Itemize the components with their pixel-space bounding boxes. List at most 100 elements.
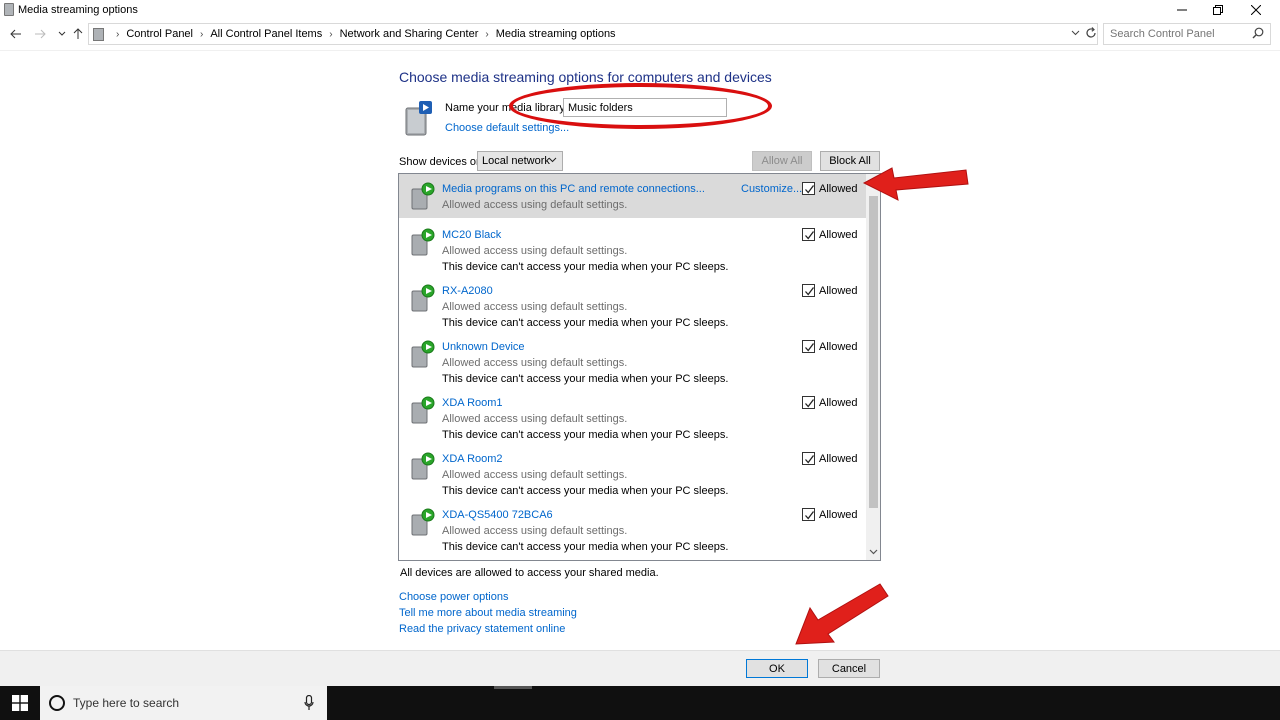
scroll-down-icon[interactable] (869, 547, 878, 557)
customize-link[interactable]: Customize... (741, 183, 802, 195)
device-status-text: Allowed access using default settings. (442, 357, 628, 369)
device-row[interactable]: RX-A2080 Allowed access using default se… (399, 276, 866, 332)
device-status-text: Allowed access using default settings. (442, 199, 628, 211)
device-row[interactable]: Media programs on this PC and remote con… (399, 174, 866, 218)
scrollbar-thumb[interactable] (869, 196, 878, 508)
allowed-label: Allowed (819, 229, 858, 241)
allowed-label: Allowed (819, 285, 858, 297)
restore-button[interactable] (1200, 0, 1236, 20)
breadcrumb-control-panel[interactable]: Control Panel (126, 28, 193, 40)
refresh-icon[interactable] (1085, 27, 1097, 42)
device-name[interactable]: XDA Room2 (442, 453, 503, 465)
device-sleep-note: This device can't access your media when… (442, 317, 729, 329)
media-device-icon (411, 340, 435, 368)
up-button[interactable] (70, 26, 86, 42)
media-streaming-window: Media streaming options › Control Panel … (0, 0, 1280, 686)
media-library-icon (405, 101, 432, 136)
search-box[interactable] (1103, 23, 1271, 45)
device-sleep-note: This device can't access your media when… (442, 541, 729, 553)
page-title: Choose media streaming options for compu… (399, 69, 772, 85)
search-icon[interactable] (1252, 27, 1264, 42)
device-status-text: Allowed access using default settings. (442, 469, 628, 481)
address-row: › Control Panel › All Control Panel Item… (0, 22, 1280, 46)
title-bar: Media streaming options (0, 0, 1280, 20)
breadcrumb-media-streaming[interactable]: Media streaming options (496, 28, 616, 40)
close-button[interactable] (1238, 0, 1274, 20)
checkmark-icon (805, 343, 815, 352)
control-panel-icon (93, 28, 104, 41)
checkmark-icon (805, 455, 815, 464)
allowed-checkbox[interactable] (802, 508, 815, 521)
taskbar-app-indicator (494, 686, 532, 689)
minimize-button[interactable] (1164, 0, 1200, 20)
show-devices-label: Show devices on: (399, 156, 486, 168)
restore-icon (1213, 5, 1223, 15)
allowed-checkbox[interactable] (802, 284, 815, 297)
breadcrumb: › Control Panel › All Control Panel Item… (109, 28, 616, 40)
device-sleep-note: This device can't access your media when… (442, 485, 729, 497)
breadcrumb-chevron-icon[interactable]: › (329, 29, 332, 40)
device-name[interactable]: Media programs on this PC and remote con… (442, 183, 705, 195)
device-row[interactable]: XDA Room2 Allowed access using default s… (399, 444, 866, 500)
device-name[interactable]: XDA-QS5400 72BCA6 (442, 509, 553, 521)
device-status-text: Allowed access using default settings. (442, 413, 628, 425)
device-status-text: Allowed access using default settings. (442, 245, 628, 257)
allowed-label: Allowed (819, 341, 858, 353)
control-panel-icon (4, 3, 14, 16)
media-device-icon (411, 508, 435, 536)
device-name[interactable]: XDA Room1 (442, 397, 503, 409)
show-devices-select[interactable]: Local network (477, 151, 563, 171)
forward-button[interactable] (32, 26, 48, 42)
microphone-icon[interactable] (304, 695, 314, 711)
allow-all-button[interactable]: Allow All (752, 151, 812, 171)
device-row[interactable]: XDA-QS5400 72BCA6 Allowed access using d… (399, 500, 866, 556)
breadcrumb-chevron-icon[interactable]: › (200, 29, 203, 40)
device-row[interactable]: MC20 Black Allowed access using default … (399, 220, 866, 276)
back-button[interactable] (8, 26, 24, 42)
recent-locations-button[interactable] (54, 26, 70, 42)
annotation-arrow-icon (862, 167, 969, 201)
media-streaming-info-link[interactable]: Tell me more about media streaming (399, 607, 577, 619)
device-list[interactable]: Media programs on this PC and remote con… (398, 173, 881, 561)
device-name[interactable]: MC20 Black (442, 229, 501, 241)
address-bar[interactable]: › Control Panel › All Control Panel Item… (88, 23, 1098, 45)
search-input[interactable] (1110, 25, 1250, 43)
cortana-icon[interactable] (49, 695, 65, 711)
media-device-icon (411, 228, 435, 256)
allowed-label: Allowed (819, 453, 858, 465)
privacy-statement-link[interactable]: Read the privacy statement online (399, 623, 565, 635)
annotation-arrow-icon (795, 583, 889, 645)
checkmark-icon (805, 185, 815, 194)
choose-default-settings-link[interactable]: Choose default settings... (445, 122, 569, 134)
allowed-checkbox[interactable] (802, 340, 815, 353)
show-devices-value: Local network (482, 155, 550, 167)
address-dropdown-icon[interactable] (1071, 28, 1080, 39)
up-arrow-icon (73, 28, 83, 39)
allowed-checkbox[interactable] (802, 182, 815, 195)
allowed-checkbox[interactable] (802, 396, 815, 409)
breadcrumb-network-sharing[interactable]: Network and Sharing Center (340, 28, 479, 40)
device-name[interactable]: Unknown Device (442, 341, 525, 353)
breadcrumb-all-items[interactable]: All Control Panel Items (210, 28, 322, 40)
device-status-text: Allowed access using default settings. (442, 301, 628, 313)
taskbar-search-box[interactable]: Type here to search (40, 686, 327, 720)
choose-power-options-link[interactable]: Choose power options (399, 591, 508, 603)
breadcrumb-chevron-icon: › (116, 28, 120, 40)
dialog-button-bar (0, 650, 1280, 686)
device-row[interactable]: XDA Room1 Allowed access using default s… (399, 388, 866, 444)
allowed-checkbox[interactable] (802, 228, 815, 241)
allowed-label: Allowed (819, 509, 858, 521)
window-title: Media streaming options (18, 4, 138, 16)
ok-button[interactable]: OK (746, 659, 808, 678)
divider (0, 50, 1280, 51)
windows-start-icon[interactable] (12, 695, 28, 711)
taskbar-search-placeholder[interactable]: Type here to search (73, 696, 179, 710)
device-row[interactable]: Unknown Device Allowed access using defa… (399, 332, 866, 388)
allowed-label: Allowed (819, 397, 858, 409)
close-icon (1251, 5, 1261, 15)
device-name[interactable]: RX-A2080 (442, 285, 493, 297)
breadcrumb-chevron-icon[interactable]: › (485, 29, 488, 40)
cancel-button[interactable]: Cancel (818, 659, 880, 678)
allowed-checkbox[interactable] (802, 452, 815, 465)
device-list-scrollbar[interactable] (866, 174, 880, 560)
